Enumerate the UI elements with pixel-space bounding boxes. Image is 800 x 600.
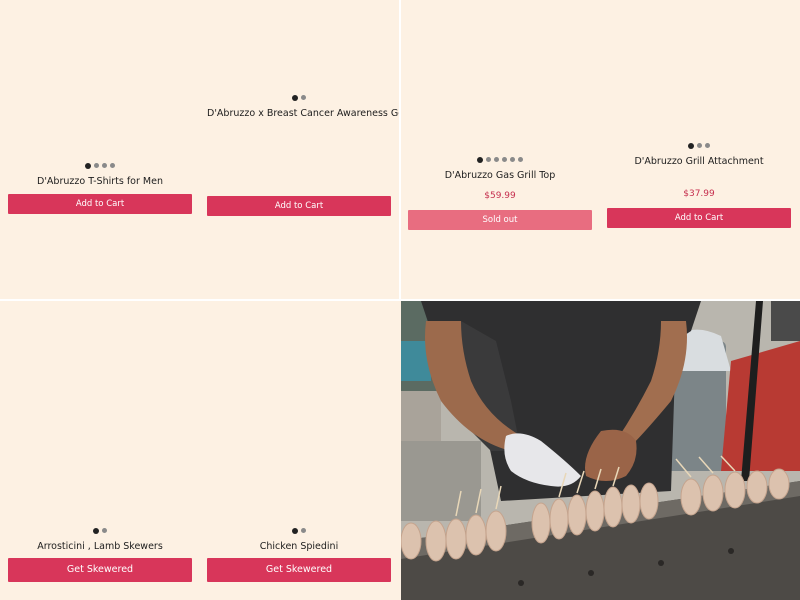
carousel-dot[interactable]	[502, 157, 507, 162]
add-to-cart-button[interactable]: Add to Cart	[207, 196, 391, 216]
image-carousel-dots[interactable]	[607, 142, 791, 149]
image-carousel-dots[interactable]	[8, 527, 192, 534]
carousel-dot[interactable]	[494, 157, 499, 162]
carousel-dot-active[interactable]	[292, 527, 298, 534]
product-title[interactable]: Arrosticini , Lamb Skewers	[8, 541, 192, 552]
carousel-dot[interactable]	[697, 143, 702, 148]
carousel-dot-active[interactable]	[85, 162, 91, 169]
image-carousel-dots[interactable]	[207, 94, 391, 101]
carousel-dot[interactable]	[510, 157, 515, 162]
panel-bottom-left: Arrosticini , Lamb Skewers Get Skewered …	[0, 300, 400, 600]
panel-top-left: D'Abruzzo T-Shirts for Men Add to Cart D…	[0, 0, 400, 300]
grid-divider-vertical	[399, 0, 401, 300]
product-card-grill-attachment[interactable]: D'Abruzzo Grill Attachment $37.99 Add to…	[607, 142, 791, 228]
product-title[interactable]: D'Abruzzo Grill Attachment	[607, 156, 791, 167]
carousel-dot-active[interactable]	[93, 527, 99, 534]
sold-out-button[interactable]: Sold out	[408, 210, 592, 230]
product-card-chicken-spiedini[interactable]: Chicken Spiedini Get Skewered	[207, 527, 391, 582]
image-carousel-dots[interactable]	[207, 527, 391, 534]
get-skewered-button[interactable]: Get Skewered	[207, 558, 391, 582]
product-price: $59.99	[484, 191, 516, 201]
get-skewered-button[interactable]: Get Skewered	[8, 558, 192, 582]
carousel-dot[interactable]	[486, 157, 491, 162]
product-title[interactable]: D'Abruzzo x Breast Cancer Awareness Gear	[207, 108, 400, 119]
carousel-dot[interactable]	[518, 157, 523, 162]
image-carousel-dots[interactable]	[8, 162, 192, 169]
carousel-dot[interactable]	[102, 528, 107, 533]
product-card-arrosticini[interactable]: Arrosticini , Lamb Skewers Get Skewered	[8, 527, 192, 582]
add-to-cart-button[interactable]: Add to Cart	[8, 194, 192, 214]
add-to-cart-button[interactable]: Add to Cart	[607, 208, 791, 228]
carousel-dot[interactable]	[102, 163, 107, 168]
product-card-breast-cancer-gear[interactable]: D'Abruzzo x Breast Cancer Awareness Gear	[207, 94, 400, 119]
product-card-gas-grill-top[interactable]: D'Abruzzo Gas Grill Top $59.99 Sold out	[408, 156, 592, 230]
carousel-dot[interactable]	[94, 163, 99, 168]
carousel-dot[interactable]	[301, 528, 306, 533]
carousel-dot[interactable]	[301, 95, 306, 100]
product-title[interactable]: Chicken Spiedini	[207, 541, 391, 552]
product-title[interactable]: D'Abruzzo Gas Grill Top	[408, 170, 592, 181]
carousel-dot-active[interactable]	[688, 142, 694, 149]
panel-top-right: D'Abruzzo Gas Grill Top $59.99 Sold out …	[400, 0, 800, 300]
product-card-tshirts[interactable]: D'Abruzzo T-Shirts for Men Add to Cart	[8, 162, 192, 214]
product-price: $37.99	[683, 189, 715, 199]
product-title[interactable]: D'Abruzzo T-Shirts for Men	[8, 176, 192, 187]
carousel-dot[interactable]	[705, 143, 710, 148]
grilling-skewers-photo	[401, 301, 800, 600]
carousel-dot-active[interactable]	[477, 156, 483, 163]
carousel-dot[interactable]	[110, 163, 115, 168]
image-carousel-dots[interactable]	[408, 156, 592, 163]
carousel-dot-active[interactable]	[292, 94, 298, 101]
